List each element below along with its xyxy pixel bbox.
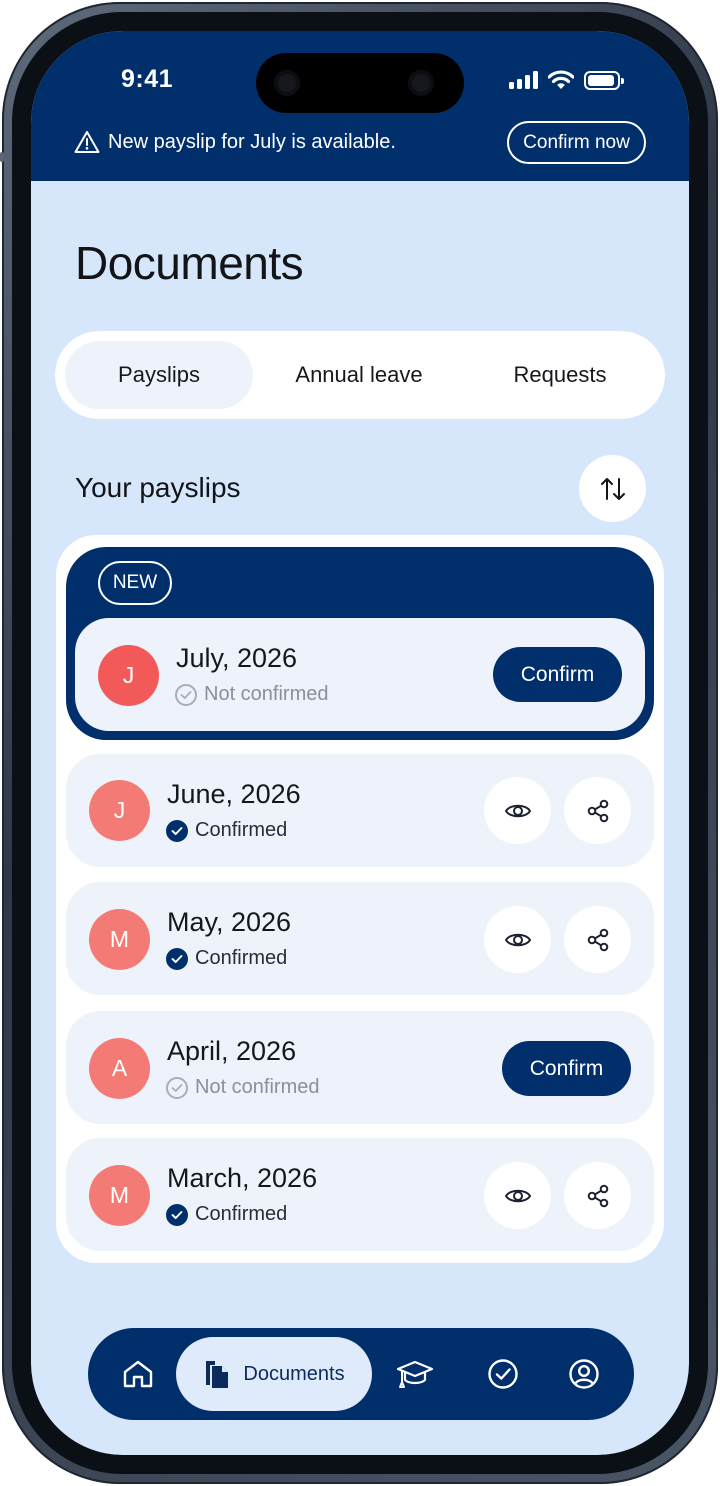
- status-text: Confirmed: [195, 947, 288, 969]
- page-title: Documents: [75, 237, 304, 289]
- nav-tasks[interactable]: [462, 1328, 544, 1420]
- payslip-month: May, 2026: [167, 907, 292, 937]
- status-text: Confirmed: [195, 1203, 288, 1225]
- sort-arrows-icon: [600, 477, 625, 500]
- screen: 9:41 New payslip for July is available. …: [31, 31, 689, 1455]
- pending-check-icon: [175, 683, 197, 706]
- nav-profile[interactable]: [544, 1328, 624, 1420]
- status-icons: [509, 67, 624, 93]
- payslip-month: April, 2026: [167, 1036, 297, 1066]
- payslip-status: Confirmed: [166, 947, 287, 970]
- payslip-status: Confirmed: [166, 819, 287, 842]
- status-time: 9:41: [121, 65, 174, 93]
- confirmed-check-icon: [166, 1203, 188, 1226]
- nav-learning[interactable]: [374, 1328, 456, 1420]
- tab-annual-leave[interactable]: Annual leave: [267, 341, 451, 409]
- sort-button[interactable]: [579, 455, 646, 522]
- documents-icon: [206, 1361, 229, 1388]
- confirm-button[interactable]: Confirm: [502, 1041, 631, 1096]
- app-header: 9:41 New payslip for July is available. …: [31, 31, 689, 181]
- wifi-icon: [548, 70, 574, 89]
- eye-icon: [504, 933, 531, 946]
- payslip-month: July, 2026: [176, 643, 298, 673]
- avatar: A: [89, 1038, 150, 1099]
- payslip-row-june[interactable]: J June, 2026 Confirmed: [66, 754, 654, 867]
- avatar: J: [89, 780, 150, 841]
- signal-icon: [509, 71, 538, 89]
- payslip-row-march[interactable]: M March, 2026 Confirmed: [66, 1138, 654, 1251]
- status-text: Not confirmed: [195, 1076, 320, 1098]
- banner-message: New payslip for July is available.: [108, 131, 396, 153]
- battery-icon: [584, 70, 624, 90]
- status-text: Confirmed: [195, 819, 288, 841]
- tab-payslips[interactable]: Payslips: [65, 341, 253, 409]
- avatar: M: [89, 1165, 150, 1226]
- pending-check-icon: [166, 1076, 188, 1099]
- status-text: Not confirmed: [204, 683, 329, 705]
- share-button[interactable]: [564, 1162, 631, 1229]
- confirm-button[interactable]: Confirm: [493, 647, 622, 702]
- nav-home[interactable]: [102, 1328, 174, 1420]
- payslip-status: Confirmed: [166, 1203, 287, 1226]
- home-icon: [123, 1360, 153, 1388]
- payslip-status: Not confirmed: [175, 683, 329, 706]
- confirmed-check-icon: [166, 819, 188, 842]
- share-icon: [587, 799, 608, 822]
- payslip-row-may[interactable]: M May, 2026 Confirmed: [66, 882, 654, 995]
- share-button[interactable]: [564, 777, 631, 844]
- share-button[interactable]: [564, 906, 631, 973]
- eye-icon: [504, 804, 531, 817]
- share-icon: [587, 1184, 608, 1207]
- payslip-row-july[interactable]: J July, 2026 Not confirmed Confirm: [75, 618, 645, 731]
- payslip-month: June, 2026: [167, 779, 301, 809]
- tab-requests[interactable]: Requests: [465, 341, 655, 409]
- warning-icon: [74, 131, 100, 153]
- view-button[interactable]: [484, 1162, 551, 1229]
- view-button[interactable]: [484, 777, 551, 844]
- dynamic-island: [256, 53, 464, 113]
- confirm-now-button[interactable]: Confirm now: [507, 121, 646, 164]
- tab-bar: Payslips Annual leave Requests: [55, 331, 665, 419]
- confirmed-check-icon: [166, 947, 188, 970]
- new-badge: NEW: [98, 561, 172, 605]
- avatar: M: [89, 909, 150, 970]
- payslip-row-april[interactable]: A April, 2026 Not confirmed Confirm: [66, 1011, 654, 1124]
- eye-icon: [504, 1189, 531, 1202]
- camera-icon: [274, 70, 300, 96]
- view-button[interactable]: [484, 906, 551, 973]
- payslip-month: March, 2026: [167, 1163, 318, 1193]
- nav-documents-label: Documents: [243, 1362, 345, 1385]
- section-title: Your payslips: [75, 472, 241, 503]
- avatar: J: [98, 645, 159, 706]
- check-circle-icon: [488, 1359, 518, 1389]
- share-icon: [587, 928, 608, 951]
- bottom-nav: Documents: [88, 1328, 634, 1420]
- profile-icon: [569, 1359, 599, 1389]
- sensor-icon: [408, 70, 434, 96]
- graduation-cap-icon: [396, 1360, 434, 1388]
- side-notch: [0, 152, 4, 162]
- payslip-status: Not confirmed: [166, 1076, 320, 1099]
- nav-documents[interactable]: Documents: [176, 1337, 372, 1411]
